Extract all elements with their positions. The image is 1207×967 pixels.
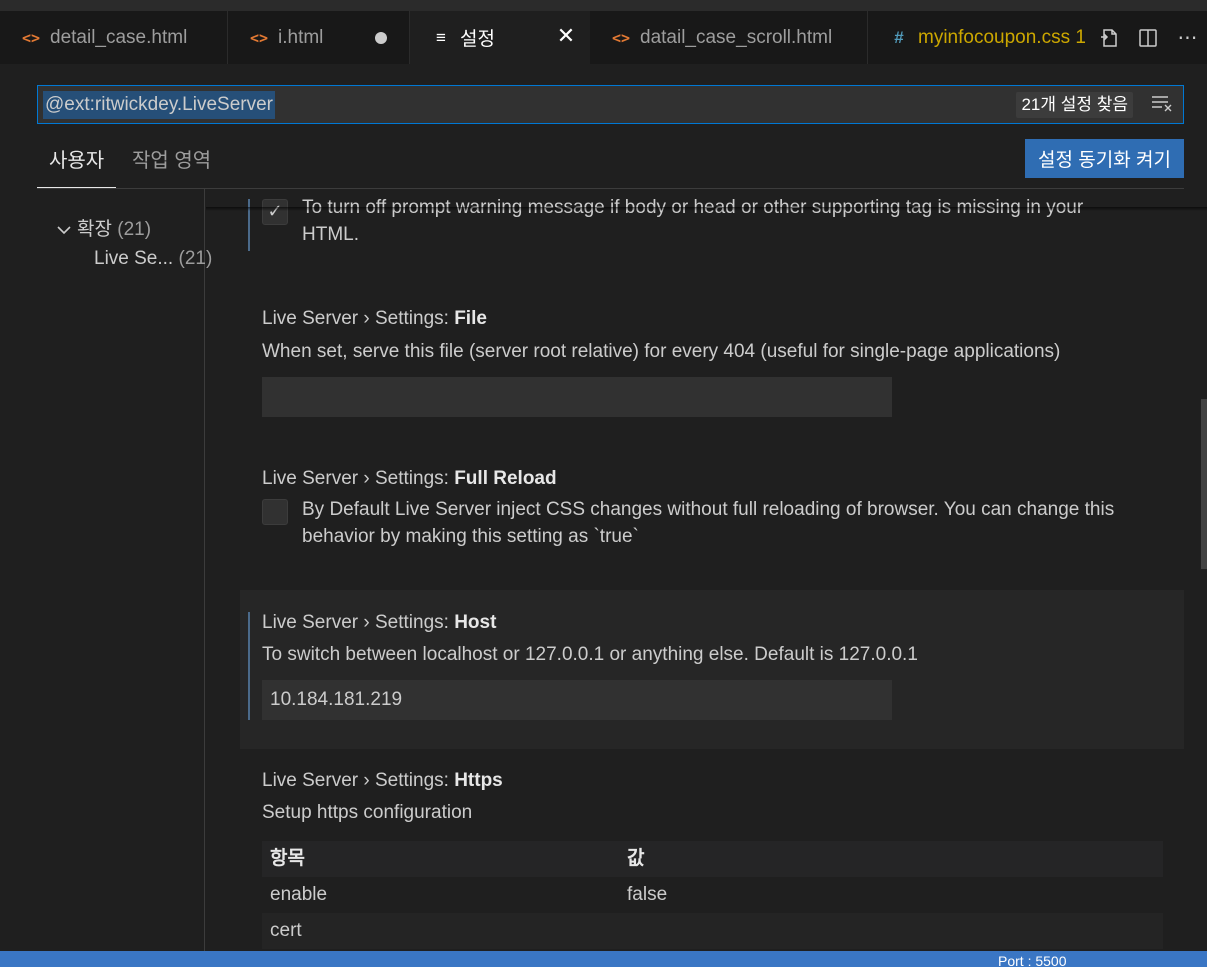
row-value: false [627,884,668,905]
tab-datail-case-scroll-html[interactable]: <> datail_case_scroll.html [590,11,868,64]
settings-scope-tabs: 사용자 작업 영역 [37,140,1184,189]
html-file-icon: <> [22,28,41,47]
setting-full-reload: Live Server › Settings: Full Reload By D… [240,449,1184,579]
tab-label: i.html [278,26,324,48]
tab-label: detail_case.html [50,26,188,48]
title-bar-strip [0,0,1207,11]
close-icon[interactable]: ✕ [554,23,578,49]
table-row[interactable]: enable false [262,877,1163,913]
table-row[interactable]: cert [262,913,1163,949]
vertical-scrollbar-thumb[interactable] [1201,399,1207,569]
settings-editor-icon: ≡ [436,27,446,47]
setting-title: Live Server › Settings: Host [262,612,497,633]
turn-on-settings-sync-button[interactable]: 설정 동기화 켜기 [1025,139,1184,178]
https-object-table: 항목 값 enable false cert [262,841,1163,949]
tab-i-html[interactable]: <> i.html [228,11,410,64]
toc-item-live-server[interactable]: Live Se... (21) [94,248,212,270]
host-input[interactable] [262,680,892,720]
open-settings-json-icon[interactable] [1096,25,1122,51]
tab-label: 설정 [460,29,495,50]
search-result-count: 21개 설정 찾음 [1016,92,1133,118]
row-key: enable [270,884,328,905]
setting-partial-html-warning: ✓ To turn off prompt warning message if … [240,189,1184,259]
editor-actions: ⋯ [1089,11,1207,64]
setting-title: Live Server › Settings: Https [262,770,503,791]
settings-toc: 확장 (21) Live Se... (21) [37,189,212,959]
full-reload-checkbox[interactable] [262,499,288,525]
status-bar: Port : 5500 [0,951,1207,967]
toc-group-label: 확장 [77,219,112,240]
tab-label: myinfocoupon.css 1 [918,26,1086,48]
setting-focus-indicator [248,612,250,720]
setting-description: To turn off prompt warning message if bo… [302,197,1083,245]
toc-item-label: Live Se... [94,248,174,269]
settings-search-box[interactable]: @ext:ritwickdey.LiveServer 21개 설정 찾음 [37,85,1184,124]
html-file-icon: <> [612,28,631,47]
live-server-port-status[interactable]: Port : 5500 [998,953,1067,967]
row-key: cert [270,920,302,941]
more-actions-icon[interactable]: ⋯ [1174,25,1200,51]
setting-title: Live Server › Settings: Full Reload [262,468,557,489]
toc-group-count: (21) [117,219,152,240]
setting-description: By Default Live Server inject CSS change… [302,499,1115,547]
file-input[interactable] [262,377,892,417]
editor-tab-bar: <> detail_case.html <> i.html ≡ 설정 ✕ <> … [0,11,1207,64]
search-query-text[interactable]: @ext:ritwickdey.LiveServer [43,91,275,119]
unsaved-dot-icon[interactable] [375,32,387,44]
scroll-shadow [206,207,1207,211]
toc-group-extensions[interactable]: 확장 (21) [57,214,151,241]
column-header-value: 값 [627,848,645,869]
split-editor-icon[interactable] [1135,25,1161,51]
chevron-down-icon [57,222,77,240]
setting-checkbox[interactable]: ✓ [262,199,288,225]
tab-settings[interactable]: ≡ 설정 ✕ [410,11,590,64]
setting-host: Live Server › Settings: Host To switch b… [240,590,1184,749]
setting-description: When set, serve this file (server root r… [262,341,1061,362]
setting-description: Setup https configuration [262,802,473,823]
tab-workspace-scope[interactable]: 작업 영역 [120,140,223,187]
tab-label: datail_case_scroll.html [640,26,833,48]
setting-description: To switch between localhost or 127.0.0.1… [262,644,918,665]
column-header-key: 항목 [270,848,305,869]
settings-list: ✓ To turn off prompt warning message if … [206,189,1207,951]
tab-detail-case-html[interactable]: <> detail_case.html [0,11,228,64]
setting-title: Live Server › Settings: File [262,308,487,329]
tab-user-scope[interactable]: 사용자 [37,140,117,188]
clear-filter-icon[interactable] [1151,93,1173,119]
table-header: 항목 값 [262,841,1163,877]
setting-file: Live Server › Settings: File When set, s… [240,289,1184,439]
tab-myinfocoupon-css[interactable]: # myinfocoupon.css 1 [868,11,1089,64]
css-file-icon: # [894,27,904,47]
html-file-icon: <> [250,28,269,47]
